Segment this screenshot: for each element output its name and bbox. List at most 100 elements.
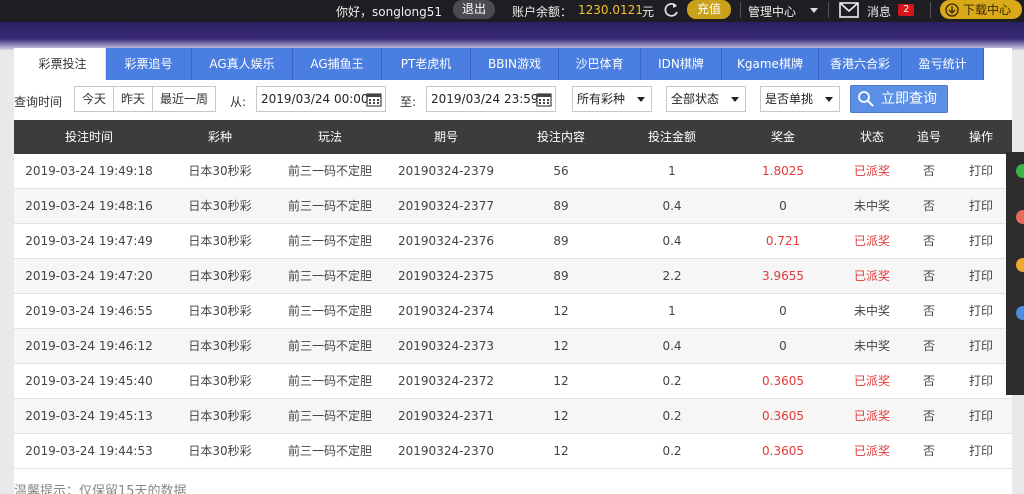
cell-print-action[interactable]: 打印 <box>950 434 1012 468</box>
cell-play-method: 前三一码不定胆 <box>287 269 372 283</box>
cell-bet-content: 89 <box>553 234 569 248</box>
mail-icon[interactable] <box>839 2 859 18</box>
management-center-menu[interactable]: 管理中心 <box>748 3 796 20</box>
table-header: 投注时间 彩种 玩法 期号 投注内容 投注金额 奖金 状态 追号 操作 <box>14 120 1012 154</box>
column-header: 期号 <box>433 130 458 144</box>
download-center-button[interactable]: 下载中心 <box>940 0 1022 19</box>
filter-bar: 查询时间 今天 昨天 最近一周 从: 2019/03/24 00:00 至: 2… <box>14 85 1012 113</box>
cell-bet-content: 89 <box>553 269 569 283</box>
cell-bet-content: 12 <box>553 339 569 353</box>
cell-chase: 否 <box>922 164 935 178</box>
from-date-input[interactable]: 2019/03/24 00:00 <box>256 86 386 112</box>
cell-lottery-type: 日本30秒彩 <box>188 304 252 318</box>
message-count-badge: 2 <box>898 4 915 16</box>
bet-records-table: 2019-03-24 19:49:18 日本30秒彩 前三一码不定胆 20190324… <box>14 154 1012 469</box>
recharge-button[interactable]: 充值 <box>687 0 731 19</box>
cell-bet-content: 12 <box>553 444 569 458</box>
customer-service-icon[interactable] <box>1016 210 1024 224</box>
cell-lottery-type: 日本30秒彩 <box>188 269 252 283</box>
column-header: 玩法 <box>317 130 342 144</box>
cell-print-action[interactable]: 打印 <box>950 364 1012 398</box>
to-date-input[interactable]: 2019/03/24 23:59 <box>426 86 556 112</box>
cell-print-action[interactable]: 打印 <box>950 329 1012 363</box>
column-header: 投注金额 <box>647 130 696 144</box>
query-time-label: 查询时间 <box>14 95 63 109</box>
cell-bet-amount: 0.4 <box>662 199 682 213</box>
floating-side-toolbar[interactable] <box>1006 152 1024 395</box>
tab-saba-sports[interactable]: 沙巴体育 <box>559 48 641 80</box>
cell-prize: 0.3605 <box>762 409 804 423</box>
cell-print-action[interactable]: 打印 <box>950 224 1012 258</box>
cell-lottery-type: 日本30秒彩 <box>188 444 252 458</box>
quick-yesterday-button[interactable]: 昨天 <box>114 87 154 111</box>
cell-bet-content: 56 <box>553 164 569 178</box>
cell-bet-time: 2019-03-24 19:46:12 <box>25 339 153 353</box>
cell-prize: 0.721 <box>765 234 801 248</box>
chevron-down-icon <box>825 97 833 102</box>
tab-ag-live[interactable]: AG真人娱乐 <box>192 48 293 80</box>
logout-button[interactable]: 退出 <box>453 0 495 19</box>
query-button[interactable]: 立即查询 <box>850 85 948 113</box>
cell-bet-time: 2019-03-24 19:45:13 <box>25 409 153 423</box>
search-icon <box>858 91 874 107</box>
query-button-label: 立即查询 <box>881 91 937 107</box>
tab-profit-loss[interactable]: 盈亏统计 <box>902 48 984 80</box>
cell-bet-content: 12 <box>553 409 569 423</box>
column-header: 操作 <box>968 130 993 144</box>
cell-bet-amount: 1 <box>668 164 676 178</box>
tab-idn-cards[interactable]: IDN棋牌 <box>641 48 722 80</box>
greeting-text: 你好，songlong51 <box>336 5 442 19</box>
cell-issue-number: 20190324-2377 <box>398 199 494 213</box>
cell-bet-time: 2019-03-24 19:47:49 <box>25 234 153 248</box>
cell-bet-time: 2019-03-24 19:48:16 <box>25 199 153 213</box>
cell-print-action[interactable]: 打印 <box>950 294 1012 328</box>
column-header: 追号 <box>916 130 941 144</box>
lottery-type-select[interactable]: 所有彩种 <box>572 86 652 112</box>
cell-print-action[interactable]: 打印 <box>950 189 1012 223</box>
tab-pt-slots[interactable]: PT老虎机 <box>382 48 471 80</box>
lottery-type-value: 所有彩种 <box>577 92 626 106</box>
cell-issue-number: 20190324-2376 <box>398 234 494 248</box>
table-row: 2019-03-24 19:47:49 日本30秒彩 前三一码不定胆 20190324… <box>14 224 1012 259</box>
help-icon[interactable] <box>1016 306 1024 320</box>
status-select[interactable]: 全部状态 <box>666 86 746 112</box>
calendar-icon[interactable] <box>366 91 382 107</box>
cell-bet-time: 2019-03-24 19:49:18 <box>25 164 153 178</box>
single-bet-select[interactable]: 是否单挑 <box>760 86 840 112</box>
cell-chase: 否 <box>922 374 935 388</box>
cell-prize: 0 <box>779 199 787 213</box>
cell-bet-amount: 1 <box>668 304 676 318</box>
tab-hk-mark-six[interactable]: 香港六合彩 <box>819 48 902 80</box>
cell-bet-content: 12 <box>553 304 569 318</box>
tab-lottery-bets[interactable]: 彩票投注 <box>20 48 106 80</box>
balance-label: 账户余额： <box>512 5 573 19</box>
cell-play-method: 前三一码不定胆 <box>287 339 372 353</box>
cell-issue-number: 20190324-2371 <box>398 409 494 423</box>
tab-ag-fishing[interactable]: AG捕鱼王 <box>293 48 382 80</box>
cell-issue-number: 20190324-2370 <box>398 444 494 458</box>
record-tabs: 彩票投注 彩票追号 AG真人娱乐 AG捕鱼王 PT老虎机 BBIN游戏 沙巴体育… <box>20 48 984 80</box>
refresh-icon[interactable] <box>662 1 680 19</box>
column-header: 彩种 <box>207 130 232 144</box>
cell-issue-number: 20190324-2375 <box>398 269 494 283</box>
cell-issue-number: 20190324-2374 <box>398 304 494 318</box>
promotion-icon[interactable] <box>1016 258 1024 272</box>
table-row: 2019-03-24 19:44:53 日本30秒彩 前三一码不定胆 20190324… <box>14 434 1012 469</box>
table-row: 2019-03-24 19:49:18 日本30秒彩 前三一码不定胆 20190324… <box>14 154 1012 189</box>
to-label: 至: <box>400 95 417 109</box>
calendar-icon[interactable] <box>536 91 552 107</box>
tab-kgame-cards[interactable]: Kgame棋牌 <box>722 48 819 80</box>
tab-lottery-chase[interactable]: 彩票追号 <box>106 48 192 80</box>
cell-bet-content: 12 <box>553 374 569 388</box>
cell-print-action[interactable]: 打印 <box>950 154 1012 188</box>
online-service-icon[interactable] <box>1016 164 1024 178</box>
quick-last-week-button[interactable]: 最近一周 <box>153 87 215 111</box>
cell-status: 已派奖 <box>853 164 890 178</box>
quick-today-button[interactable]: 今天 <box>75 87 115 111</box>
tab-bbin-games[interactable]: BBIN游戏 <box>471 48 559 80</box>
cell-prize: 0.3605 <box>762 374 804 388</box>
messages-link[interactable]: 消息 <box>867 3 891 20</box>
cell-print-action[interactable]: 打印 <box>950 259 1012 293</box>
cell-print-action[interactable]: 打印 <box>950 399 1012 433</box>
column-header: 奖金 <box>770 130 795 144</box>
